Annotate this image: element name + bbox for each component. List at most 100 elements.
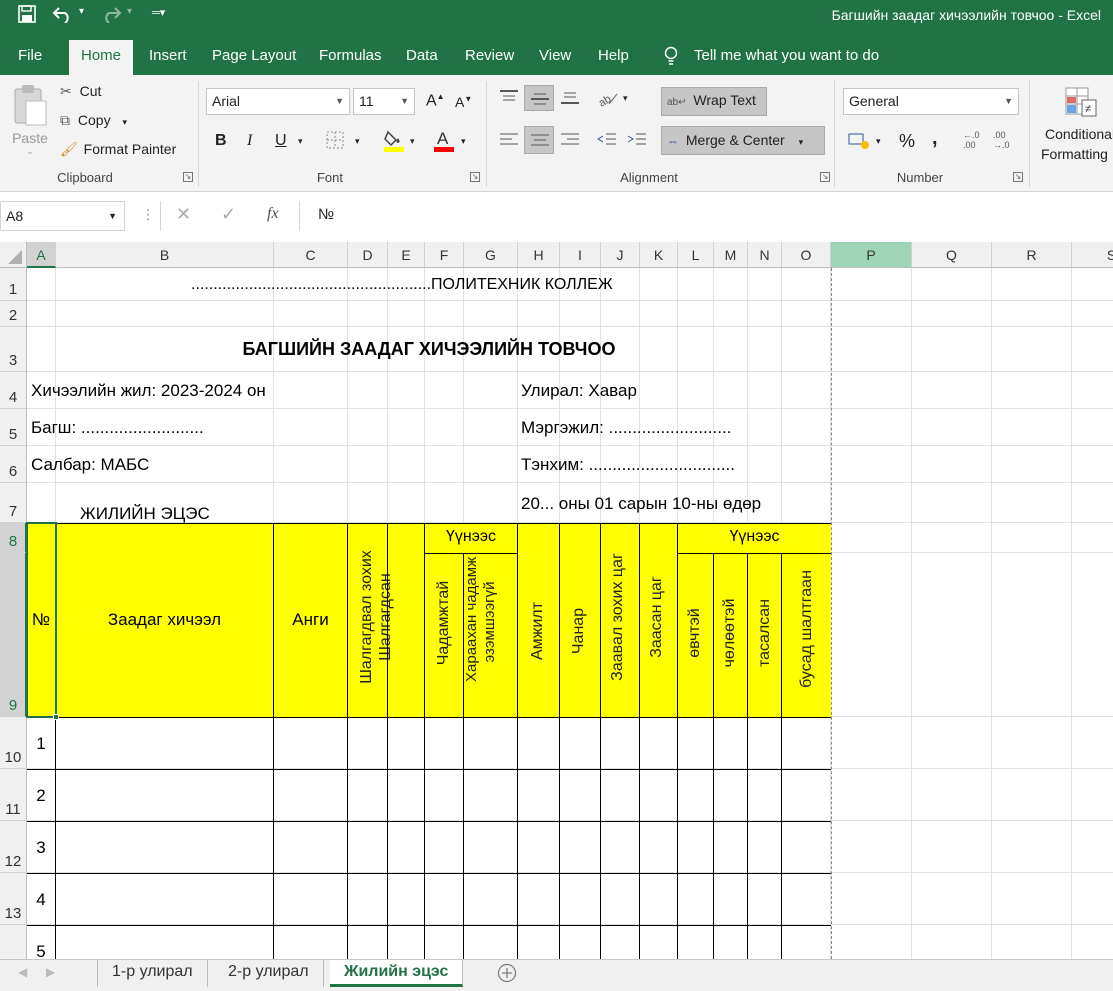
orientation-dropdown-icon[interactable]: ▾ [623,93,628,104]
row-header-5[interactable]: 5 [0,409,27,446]
tab-view[interactable]: View [527,40,583,75]
decrease-font-size-icon[interactable]: A▼ [455,94,472,110]
column-header-r[interactable]: R [992,242,1072,268]
scroll-right-icon[interactable]: ▶ [46,965,55,979]
font-launcher-icon[interactable]: ↘ [470,172,480,182]
merge-dropdown-icon[interactable]: ▾ [799,137,804,147]
number-launcher-icon[interactable]: ↘ [1013,172,1023,182]
comma-style-button[interactable]: , [932,127,938,150]
orientation-icon[interactable]: ab [597,89,619,110]
column-header-h[interactable]: H [518,242,560,268]
header-not-capable[interactable]: Хараахан чадамж эзэмшээгүй [463,557,499,682]
redo-icon[interactable] [100,5,122,28]
report-title[interactable]: БАГШИЙН ЗААДАГ ХИЧЭЭЛИЙН ТОВЧОО [27,339,831,360]
header-success[interactable]: Амжилт [529,596,547,666]
top-align-icon[interactable] [499,89,519,106]
copy-button[interactable]: ⧉ Copy ▾ [60,112,127,129]
row-header-9[interactable]: 9 [0,553,27,717]
sheet-tab-semester-1[interactable]: 1-р улирал [97,960,208,987]
font-color-dropdown-icon[interactable]: ▾ [461,136,466,147]
branch[interactable]: Салбар: МАБС [31,455,149,475]
header-eval-1[interactable]: Үүнээс [425,528,517,546]
header-capable[interactable]: Чадамжтай [435,578,453,668]
column-header-o[interactable]: O [782,242,831,268]
year-end-label[interactable]: ЖИЛИЙН ЭЦЭС [80,504,210,524]
header-taught-hours[interactable]: Заасан цаг [648,572,666,662]
add-sheet-icon[interactable] [497,963,517,986]
save-icon[interactable] [18,5,36,28]
fill-color-dropdown-icon[interactable]: ▾ [410,136,415,147]
row-header-3[interactable]: 3 [0,327,27,372]
tell-me-search[interactable]: Tell me what you want to do [682,40,891,75]
column-header-b[interactable]: B [56,242,274,268]
tab-help[interactable]: Help [586,40,641,75]
fill-color-icon[interactable] [383,128,405,155]
alignment-launcher-icon[interactable]: ↘ [820,172,830,182]
font-name-select[interactable]: Arial ▼ [206,88,350,115]
cut-button[interactable]: ✂ Cut [60,83,101,100]
row-no-4[interactable]: 4 [27,890,55,910]
row-header-2[interactable]: 2 [0,301,27,327]
column-header-l[interactable]: L [678,242,714,268]
header-eval-2[interactable]: Үүнээс [678,528,831,546]
tab-formulas[interactable]: Formulas [307,40,394,75]
teacher[interactable]: Багш: .......................... [31,418,204,438]
column-header-a[interactable]: A [27,242,56,268]
font-size-select[interactable]: 11 ▼ [353,88,415,115]
column-header-g[interactable]: G [464,242,518,268]
decrease-decimal-icon[interactable]: .00 →.0 [993,130,1010,150]
name-box[interactable]: A8 ▼ [0,201,125,231]
accounting-dropdown-icon[interactable]: ▾ [876,136,881,147]
align-left-icon[interactable] [499,132,519,149]
header-required-hours[interactable]: Заавал зохих цаг [609,552,627,682]
column-header-k[interactable]: K [640,242,678,268]
underline-button[interactable]: U [275,132,287,150]
column-header-e[interactable]: E [388,242,425,268]
column-header-q[interactable]: Q [912,242,992,268]
redo-dropdown-icon[interactable]: ▾ [127,6,132,17]
column-header-j[interactable]: J [601,242,640,268]
tab-home[interactable]: Home [69,40,134,75]
semester[interactable]: Улирал: Хавар [521,381,637,401]
row-header-12[interactable]: 12 [0,821,27,873]
tab-insert[interactable]: Insert [137,40,199,75]
tab-review[interactable]: Review [453,40,526,75]
insert-function-button[interactable]: fx [267,205,279,223]
italic-button[interactable]: I [247,132,252,150]
column-header-f[interactable]: F [425,242,464,268]
row-header-partial[interactable] [0,925,27,959]
column-header-s[interactable]: S [1072,242,1113,268]
increase-decimal-icon[interactable]: ←.0.00 [963,130,980,150]
scroll-left-icon[interactable]: ◀ [18,965,27,979]
customize-qat-icon[interactable]: ═▾ [152,6,165,19]
clipboard-launcher-icon[interactable]: ↘ [183,172,193,182]
row-header-10[interactable]: 10 [0,717,27,769]
fill-handle[interactable] [53,714,59,720]
tab-file[interactable]: File [6,40,54,75]
row-header-4[interactable]: 4 [0,372,27,409]
tab-data[interactable]: Data [394,40,450,75]
header-leave[interactable]: чөлөөтэй [721,595,739,671]
row-no-5[interactable]: 5 [27,942,55,959]
decrease-indent-icon[interactable] [597,132,617,149]
undo-dropdown-icon[interactable]: ▾ [79,6,84,17]
bottom-align-icon[interactable] [560,91,580,108]
merge-center-button[interactable]: ⇔ Merge & Center ▾ [661,126,825,155]
sheet-tab-year-end[interactable]: Жилийн эцэс [330,960,464,987]
row-header-11[interactable]: 11 [0,769,27,821]
row-no-2[interactable]: 2 [27,786,55,806]
paste-button[interactable]: Paste ⌄ [10,83,50,163]
date-label[interactable]: 20... оны 01 сарын 10-ны өдөр [521,494,761,514]
cancel-icon[interactable]: ✕ [176,204,191,225]
align-right-icon[interactable] [560,132,580,149]
row-no-3[interactable]: 3 [27,838,55,858]
conditional-formatting-icon[interactable]: ≠ [1064,86,1100,125]
active-cell-selection[interactable] [26,522,57,718]
row-header-8[interactable]: 8 [0,523,27,553]
row-header-1[interactable]: 1 [0,268,27,301]
row-header-13[interactable]: 13 [0,873,27,925]
conditional-formatting-label-2[interactable]: Formatting [1041,146,1108,162]
format-painter-button[interactable]: 🖌 Format Painter [60,141,176,158]
borders-dropdown-icon[interactable]: ▾ [355,136,360,147]
column-header-m[interactable]: M [714,242,748,268]
